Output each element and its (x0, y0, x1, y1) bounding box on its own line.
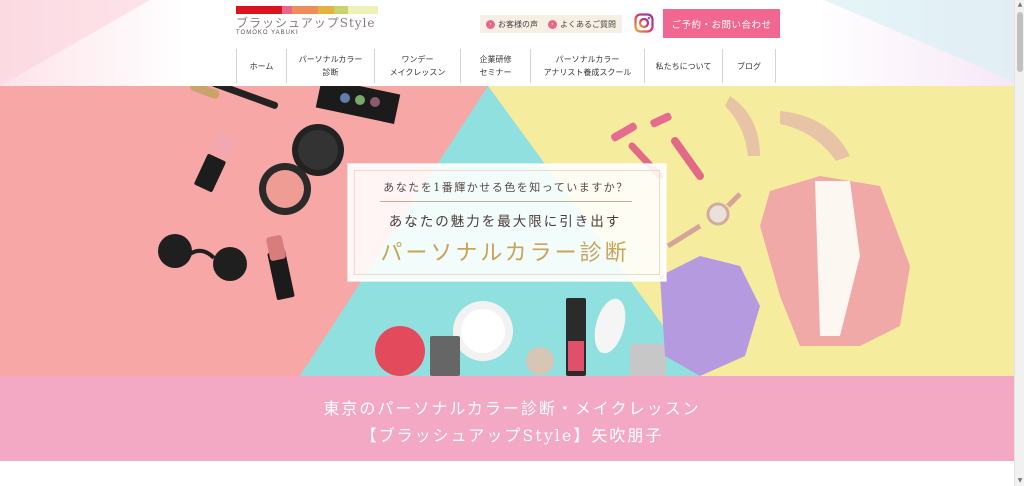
chevron-right-icon: › (486, 19, 495, 29)
scrollbar-thumb[interactable] (1017, 12, 1023, 72)
perfume-illustration (430, 336, 460, 376)
logo-bar-lime (334, 6, 348, 14)
nav-item-corporate-seminar[interactable]: 企業研修 セミナー (461, 49, 531, 83)
faq-label: よくあるご質問 (560, 19, 616, 29)
intro-line-2: 【ブラッシュアップStyle】矢吹朋子 (360, 426, 664, 445)
scroll-down-arrow-icon[interactable]: ▼ (1016, 477, 1024, 485)
hero-question: あなたを1番輝かせる色を知っていますか？ (380, 179, 632, 202)
customer-voice-label: お客様の声 (498, 19, 538, 29)
faq-link[interactable]: › よくあるご質問 (548, 19, 616, 30)
intro-line-1: 東京のパーソナルカラー診断・メイクレッスン (323, 399, 701, 418)
reservation-contact-button[interactable]: ご予約・お問い合わせ (663, 9, 780, 38)
logo-bar-pink (282, 6, 292, 14)
page-scrollbar[interactable]: ▲ ▼ (1014, 0, 1024, 486)
hero-banner: あなたを1番輝かせる色を知っていますか？ あなたの魅力を最大限に引き出す パーソ… (0, 86, 1024, 376)
main-nav: ホーム パーソナルカラー 診断 ワンデー メイクレッスン 企業研修 セミナー パ… (236, 49, 776, 83)
nav-item-blog[interactable]: ブログ (723, 49, 776, 83)
logo-bar-orange (292, 6, 318, 14)
site-header: ブラッシュアップStyle TOMOKO YABUKI › お客様の声 › よく… (0, 0, 1024, 86)
header-decoration-right (824, 0, 1024, 86)
nav-item-about[interactable]: 私たちについて (645, 49, 723, 83)
logo-subtitle: TOMOKO YABUKI (236, 30, 299, 36)
perfume-bottle-illustration (630, 344, 666, 376)
intro-band: 東京のパーソナルカラー診断・メイクレッスン 【ブラッシュアップStyle】矢吹朋… (0, 376, 1024, 461)
header-decoration-left (0, 0, 150, 86)
logo-bar-red (236, 6, 282, 14)
logo-color-bars (236, 6, 378, 14)
instagram-icon[interactable] (634, 13, 654, 33)
pompom-illustration (375, 326, 425, 376)
nav-item-analyst-school[interactable]: パーソナルカラー アナリスト養成スクール (531, 49, 645, 83)
utility-links: › お客様の声 › よくあるご質問 (480, 15, 622, 33)
scroll-up-arrow-icon[interactable]: ▲ (1016, 1, 1024, 9)
logo-bar-gold (318, 6, 334, 14)
logo-title: ブラッシュアップStyle (236, 16, 376, 30)
site-logo[interactable]: ブラッシュアップStyle TOMOKO YABUKI (236, 6, 378, 42)
logo-bar-cream (348, 6, 378, 14)
nav-item-makeup-lesson[interactable]: ワンデー メイクレッスン (375, 49, 461, 83)
hero-title: パーソナルカラー診断 (380, 241, 630, 266)
chevron-right-icon: › (548, 19, 557, 29)
nav-item-home[interactable]: ホーム (237, 49, 287, 83)
hero-subtitle: あなたの魅力を最大限に引き出す (388, 214, 622, 230)
nav-item-personal-color[interactable]: パーソナルカラー 診断 (287, 49, 375, 83)
customer-voice-link[interactable]: › お客様の声 (486, 19, 538, 30)
hero-catch-box: あなたを1番輝かせる色を知っていますか？ あなたの魅力を最大限に引き出す パーソ… (348, 164, 666, 281)
